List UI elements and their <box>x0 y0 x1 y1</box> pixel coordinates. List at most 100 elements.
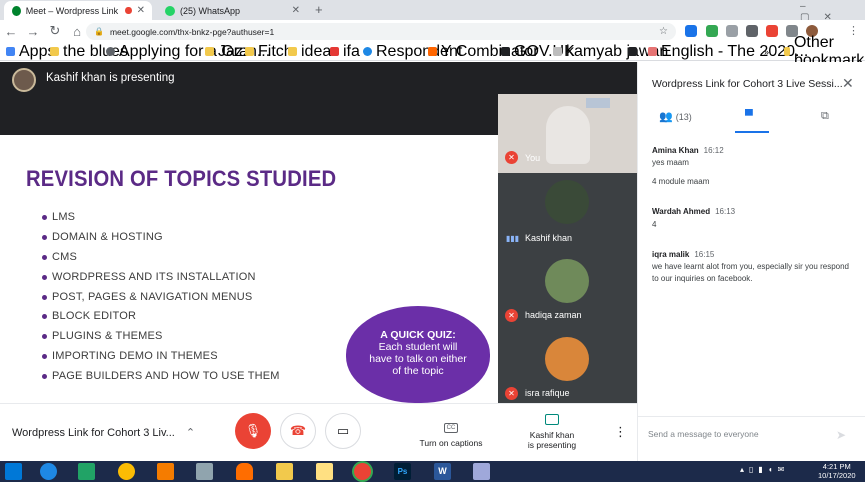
forward-icon[interactable]: → <box>22 24 44 39</box>
word-icon[interactable]: W <box>434 463 451 480</box>
chrome-icon[interactable] <box>118 463 135 480</box>
extension-red-icon[interactable] <box>766 25 778 37</box>
quiz-bubble: A QUICK QUIZ: Each student will have to … <box>346 306 490 403</box>
topic-item: POST, PAGES & NAVIGATION MENUS <box>42 291 252 303</box>
active-tab-indicator <box>735 131 769 133</box>
excel-icon[interactable] <box>78 463 95 480</box>
meeting-title: Wordpress Link for Cohort 3 Liv... <box>12 427 175 439</box>
topic-item: LMS <box>42 211 75 223</box>
system-tray-icons[interactable]: ▴▯▮◖✉ <box>740 465 789 474</box>
vlc-icon[interactable] <box>236 463 253 480</box>
address-bar[interactable]: 🔒 meet.google.com/thx-bnkz-pge?authuser=… <box>86 23 676 40</box>
ycombinator-icon <box>428 47 437 56</box>
tab-meet[interactable]: Meet – Wordpress Link for C ✕ <box>4 1 152 20</box>
send-icon[interactable]: ➤ <box>836 428 846 442</box>
url-text: meet.google.com/thx-bnkz-pge?authuser=1 <box>109 26 275 37</box>
start-icon[interactable] <box>5 463 22 480</box>
mic-off-icon: ✕ <box>505 387 518 400</box>
message-author: iqra malik 16:15 <box>652 250 715 259</box>
audio-level-icon: ▮▮▮ <box>506 234 520 243</box>
bookmark-apps[interactable]: Apps <box>6 43 55 60</box>
chrome-active-icon[interactable] <box>354 463 371 480</box>
divider <box>638 416 865 417</box>
meeting-details-button[interactable]: Wordpress Link for Cohort 3 Liv... ⌃ <box>12 426 195 439</box>
notepad-icon[interactable] <box>196 463 213 480</box>
tab-activities[interactable]: ⧉ <box>821 110 829 123</box>
mic-off-icon: 🎙 <box>244 423 262 438</box>
clock-time: 4:21 PM <box>822 462 851 471</box>
extension-google-icon[interactable] <box>685 25 697 37</box>
participant-tile-you[interactable] <box>498 94 637 173</box>
cc-icon: CC <box>443 423 459 433</box>
respondent-icon <box>363 47 372 56</box>
meet-favicon-icon <box>12 5 21 16</box>
presenting-button[interactable]: Kashif khan is presenting <box>514 412 590 450</box>
folder-icon <box>245 47 254 56</box>
present-screen-icon <box>545 414 559 425</box>
reload-icon[interactable]: ↻ <box>44 23 66 39</box>
close-panel-icon[interactable]: ✕ <box>842 75 854 92</box>
chat-icon: ▀ <box>745 110 753 122</box>
mic-toggle-button[interactable]: 🎙 <box>235 413 271 449</box>
mic-off-icon: ✕ <box>505 151 518 164</box>
notes-icon[interactable] <box>316 463 333 480</box>
bookmark-item[interactable]: ifa <box>330 43 360 60</box>
new-tab-button[interactable]: + <box>315 2 323 17</box>
more-options-icon[interactable]: ⋮ <box>614 424 627 440</box>
tab-chat[interactable]: ▀ <box>745 110 753 122</box>
bookmarks-overflow[interactable]: » <box>764 45 769 58</box>
activities-icon: ⧉ <box>821 110 829 122</box>
message-text: yes maam <box>652 158 689 167</box>
close-tab-icon[interactable]: ✕ <box>292 5 300 16</box>
extension-tool-icon[interactable] <box>726 25 738 37</box>
quiz-title: A QUICK QUIZ: <box>380 329 456 341</box>
page-icon <box>648 47 657 56</box>
tab-whatsapp[interactable]: (25) WhatsApp ✕ <box>157 1 307 20</box>
chat-message-input[interactable]: Send a message to everyone <box>648 429 838 439</box>
close-tab-icon[interactable]: ✕ <box>137 5 145 16</box>
bullet-icon <box>42 353 47 359</box>
message-text: 4 module maam <box>652 177 710 186</box>
message-author: Wardah Ahmed 16:13 <box>652 207 736 216</box>
participant-name: You <box>525 153 541 163</box>
other-bookmarks[interactable]: Other bookmarks <box>784 34 865 69</box>
message-author: Amina Khan 16:12 <box>652 146 724 155</box>
folder-icon <box>288 47 297 56</box>
lock-icon: 🔒 <box>94 27 104 36</box>
captions-button[interactable]: CC Turn on captions <box>405 416 497 448</box>
medium-icon <box>628 47 637 56</box>
presenter-banner: Kashif khan is presenting <box>0 62 498 100</box>
presenting-label-status: is presenting <box>527 440 577 450</box>
apps-grid-icon <box>6 47 15 56</box>
taskbar-clock[interactable]: 4:21 PM 10/17/2020 <box>818 462 856 480</box>
bullet-icon <box>42 274 47 280</box>
self-video <box>546 106 590 164</box>
home-icon[interactable]: ⌂ <box>66 24 88 39</box>
ie-icon[interactable] <box>40 463 57 480</box>
camera-toggle-button[interactable]: ▭ <box>325 413 361 449</box>
tab-people[interactable]: 👥 (13) <box>659 110 692 123</box>
message-time: 16:12 <box>703 146 724 155</box>
extension-grammarly-icon[interactable] <box>706 25 718 37</box>
whatsapp-favicon-icon <box>165 5 175 16</box>
topic-item: BLOCK EDITOR <box>42 310 136 322</box>
folder-icon[interactable] <box>276 463 293 480</box>
bullet-icon <box>42 333 47 339</box>
captions-label: Turn on captions <box>419 438 483 448</box>
topic-item: CMS <box>42 251 77 263</box>
bullet-icon <box>42 214 47 220</box>
mic-off-icon: ✕ <box>505 309 518 322</box>
extension-camera-icon[interactable] <box>746 25 758 37</box>
leave-call-button[interactable]: ☎ <box>280 413 316 449</box>
app-window-icon[interactable] <box>473 463 490 480</box>
bookmark-item[interactable] <box>628 45 637 58</box>
star-icon[interactable]: ☆ <box>659 26 668 37</box>
topic-item: WORDPRESS AND ITS INSTALLATION <box>42 271 256 283</box>
back-icon[interactable]: ← <box>0 24 22 39</box>
app-icon[interactable] <box>157 463 174 480</box>
presenter-name: Kashif khan is presenting <box>46 72 175 84</box>
photoshop-icon[interactable]: Ps <box>394 463 411 480</box>
presenter-avatar <box>12 68 36 92</box>
bookmark-item[interactable]: Fitch <box>245 43 293 60</box>
camera-icon: ▭ <box>336 423 350 438</box>
